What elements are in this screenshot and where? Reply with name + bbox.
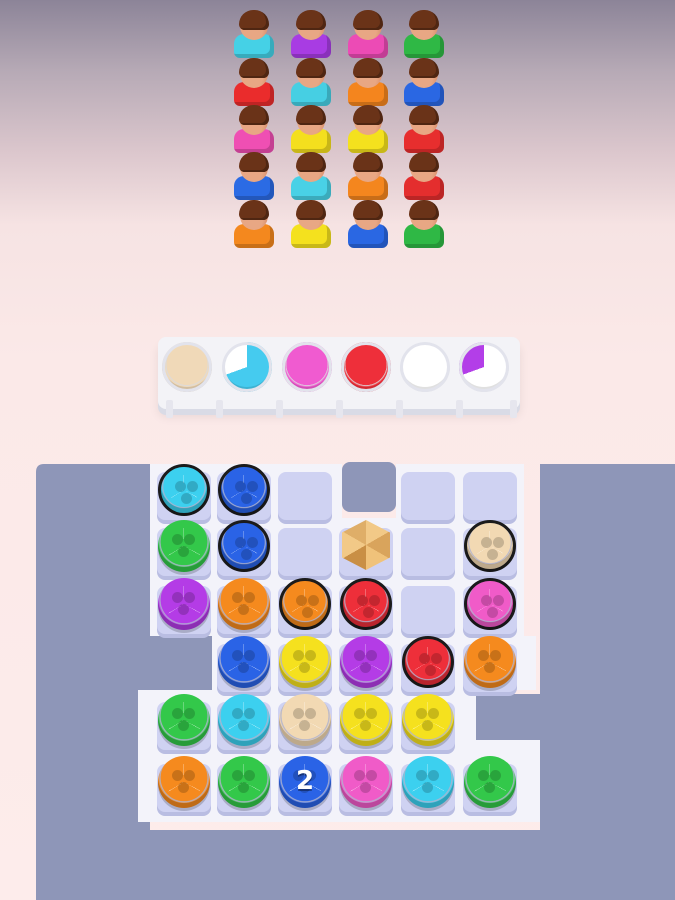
plate-stack[interactable] <box>158 520 210 572</box>
plate-stack[interactable] <box>158 464 210 516</box>
plate-stack[interactable] <box>464 520 516 572</box>
plate-stack[interactable] <box>218 694 270 746</box>
board-tile[interactable] <box>278 472 332 520</box>
game-board[interactable]: 2 <box>0 0 675 900</box>
plate-stack[interactable] <box>279 694 331 746</box>
plate-stack[interactable] <box>218 464 270 516</box>
plate-stack[interactable] <box>464 636 516 688</box>
plate-stack[interactable] <box>402 694 454 746</box>
plate-stack[interactable] <box>158 756 210 808</box>
board-tile[interactable] <box>401 586 455 634</box>
plate-stack[interactable] <box>464 578 516 630</box>
plate-stack[interactable] <box>402 636 454 688</box>
plate-stack[interactable] <box>218 520 270 572</box>
plate-stack[interactable] <box>340 694 392 746</box>
board-tile[interactable] <box>463 472 517 520</box>
plate-stack[interactable] <box>340 636 392 688</box>
plate-stack[interactable] <box>158 578 210 630</box>
plate-stack[interactable] <box>218 636 270 688</box>
plate-stack[interactable]: 2 <box>279 756 331 808</box>
plate-stack[interactable] <box>464 756 516 808</box>
plate-stack[interactable] <box>340 578 392 630</box>
plate-stack[interactable] <box>218 756 270 808</box>
board-tile[interactable] <box>401 528 455 576</box>
plate-stack[interactable] <box>340 756 392 808</box>
plate-stack[interactable] <box>158 694 210 746</box>
plate-stack[interactable] <box>279 578 331 630</box>
board-tile[interactable] <box>401 472 455 520</box>
plate-stack[interactable] <box>218 578 270 630</box>
plate-stack[interactable] <box>402 756 454 808</box>
board-tile[interactable] <box>278 528 332 576</box>
stack-count-badge: 2 <box>295 766 315 796</box>
plate-stack[interactable] <box>279 636 331 688</box>
